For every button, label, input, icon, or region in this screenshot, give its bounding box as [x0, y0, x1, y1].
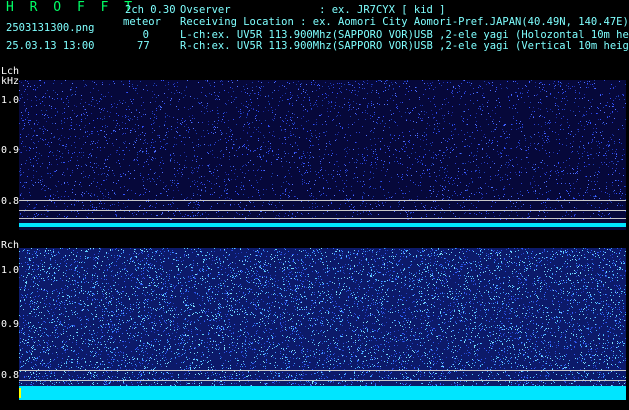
lch-ytick: 0.9 [1, 145, 20, 156]
datetime-label: 25.03.13 13:00 [6, 40, 95, 52]
filename-label: 2503131300.png [6, 22, 95, 34]
lch-ytick: 0.8 [1, 196, 20, 207]
lch-unit: kHz [1, 76, 20, 87]
lch-marker-line [19, 218, 626, 219]
meteor-count-rch: 77 [137, 40, 150, 52]
lch-marker-line [19, 200, 626, 201]
app-title: H R O F F T [6, 0, 137, 15]
lch-noise [19, 80, 626, 227]
lch-marker-line [19, 210, 626, 211]
meteor-label: meteor [123, 16, 161, 28]
rch-ytick: 1.0 [1, 265, 20, 276]
rch-ytick: 0.8 [1, 370, 20, 381]
rch-ytick: 0.9 [1, 319, 20, 330]
rch-waterfall [19, 248, 626, 400]
location-info: Receiving Location : ex. Aomori City Aom… [180, 16, 629, 28]
rch-noise [19, 248, 626, 400]
version-label: 2ch 0.30 [125, 4, 176, 16]
rch-info: R-ch:ex. UV5R 113.900Mhz(SAPPORO VOR)USB… [180, 40, 629, 52]
rch-label: Rch [1, 240, 20, 251]
rch-marker-line [19, 370, 626, 371]
lch-waterfall [19, 80, 626, 230]
observer-info: Ovserver : ex. JR7CYX [ kid ] [180, 4, 446, 16]
rch-marker-line [19, 380, 626, 381]
lch-ytick: 1.0 [1, 95, 20, 106]
